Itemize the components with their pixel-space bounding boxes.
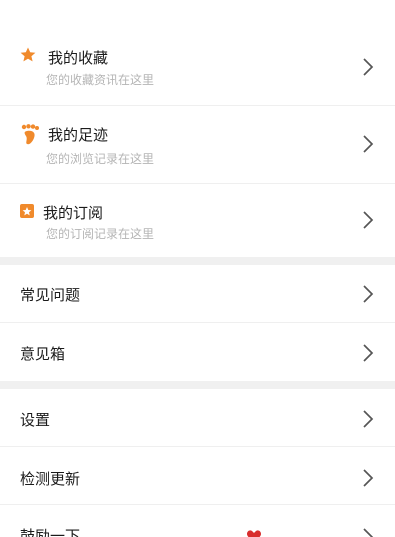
- menu-item-title: 意见箱: [20, 345, 66, 363]
- chevron-right-icon: [361, 343, 375, 363]
- menu-item-title: 我的收藏: [48, 49, 109, 67]
- menu-item-encourage[interactable]: 鼓励一下: [0, 505, 395, 537]
- footprint-icon: [21, 124, 40, 145]
- menu-item-footprints[interactable]: 我的足迹 您的浏览记录在这里: [0, 106, 395, 184]
- menu-item-title: 我的订阅: [43, 204, 104, 222]
- profile-menu-screen: 我的收藏 您的收藏资讯在这里 我的足迹 您的浏览记录在这里 我的订阅 您的订阅记…: [0, 0, 395, 537]
- red-heart-icon: [246, 528, 262, 537]
- chevron-right-icon: [361, 468, 375, 488]
- menu-item-subtitle: 您的收藏资讯在这里: [46, 73, 155, 87]
- menu-item-settings[interactable]: 设置: [0, 389, 395, 447]
- chevron-right-icon: [361, 57, 375, 77]
- menu-item-subtitle: 您的浏览记录在这里: [46, 152, 155, 166]
- menu-item-title: 设置: [20, 411, 51, 429]
- star-icon: [19, 46, 37, 64]
- chevron-right-icon: [361, 210, 375, 230]
- section-gap: [0, 381, 395, 389]
- menu-item-favorites[interactable]: 我的收藏 您的收藏资讯在这里: [0, 28, 395, 106]
- chevron-right-icon: [361, 409, 375, 429]
- menu-item-title: 我的足迹: [48, 126, 109, 144]
- chevron-right-icon: [361, 284, 375, 304]
- menu-item-feedback[interactable]: 意见箱: [0, 323, 395, 381]
- subscription-icon: [18, 202, 36, 220]
- menu-item-subscriptions[interactable]: 我的订阅 您的订阅记录在这里: [0, 184, 395, 262]
- menu-item-subtitle: 您的订阅记录在这里: [46, 227, 155, 241]
- menu-item-title: 常见问题: [20, 286, 81, 304]
- menu-item-title: 鼓励一下: [20, 527, 81, 537]
- section-gap: [0, 257, 395, 265]
- menu-item-check-update[interactable]: 检测更新: [0, 447, 395, 505]
- menu-item-faq[interactable]: 常见问题: [0, 265, 395, 323]
- chevron-right-icon: [361, 134, 375, 154]
- top-strip: [0, 0, 395, 28]
- chevron-right-icon: [361, 527, 375, 537]
- menu-item-title: 检测更新: [20, 470, 81, 488]
